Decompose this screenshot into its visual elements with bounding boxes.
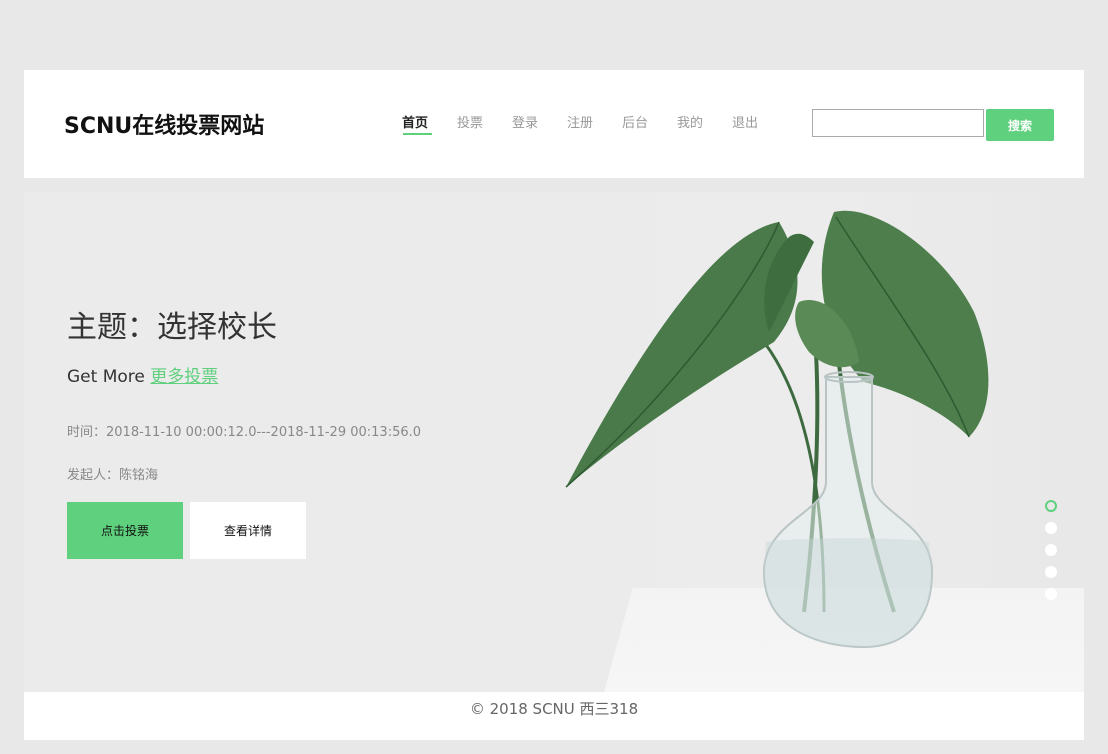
carousel-dot-2[interactable] (1045, 522, 1057, 534)
header: SCNU在线投票网站 首页 投票 登录 注册 后台 我的 退出 搜索 (24, 70, 1084, 178)
copyright-text: © 2018 SCNU 西三318 (469, 700, 639, 718)
vote-topic-title: 主题：选择校长 (67, 310, 277, 345)
nav-item-logout[interactable]: 退出 (732, 112, 787, 137)
plant-vase-image (565, 210, 989, 649)
more-votes-link[interactable]: 更多投票 (150, 367, 218, 387)
hero-banner: 主题：选择校长 Get More 更多投票 时间：2018-11-10 00:0… (24, 192, 1084, 692)
vote-button[interactable]: 点击投票 (67, 502, 183, 559)
vote-author: 发起人：陈铭海 (67, 468, 159, 483)
nav-item-admin[interactable]: 后台 (622, 112, 677, 137)
nav-item-login[interactable]: 登录 (512, 112, 567, 137)
carousel-dot-1[interactable] (1045, 500, 1057, 512)
nav-item-vote[interactable]: 投票 (457, 112, 512, 137)
carousel-dot-3[interactable] (1045, 544, 1057, 556)
carousel-dots (1045, 500, 1057, 610)
nav-item-register[interactable]: 注册 (567, 112, 622, 137)
nav-item-mine[interactable]: 我的 (677, 112, 732, 137)
main-nav: 首页 投票 登录 注册 后台 我的 退出 (402, 112, 787, 137)
view-detail-button[interactable]: 查看详情 (190, 502, 306, 559)
search-input[interactable] (812, 109, 984, 137)
page: SCNU在线投票网站 首页 投票 登录 注册 后台 我的 退出 搜索 主题：选择… (24, 70, 1084, 740)
hero-subtitle: Get More 更多投票 (67, 362, 218, 387)
site-logo[interactable]: SCNU在线投票网站 (64, 108, 264, 140)
footer: © 2018 SCNU 西三318 (24, 692, 1084, 740)
vote-time: 时间：2018-11-10 00:00:12.0---2018-11-29 00… (67, 425, 422, 440)
nav-item-home[interactable]: 首页 (402, 112, 457, 137)
hero-subtitle-prefix: Get More (67, 367, 151, 387)
carousel-dot-5[interactable] (1045, 588, 1057, 600)
carousel-dot-4[interactable] (1045, 566, 1057, 578)
search-button[interactable]: 搜索 (986, 109, 1054, 141)
